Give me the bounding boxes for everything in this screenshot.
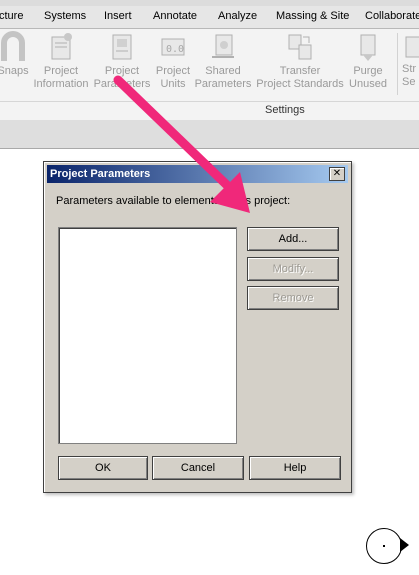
add-button-label: Add... [278,233,308,245]
snaps-button[interactable]: Snaps [0,31,30,78]
project-parameters-dialog: Project Parameters ✕ Parameters availabl… [43,161,352,493]
shared-parameters-button[interactable]: Shared Parameters [194,31,252,91]
navigation-wheel[interactable] [366,528,402,564]
modify-button-label: Modify... [272,263,314,275]
tab-massing-site[interactable]: Massing & Site [276,10,349,22]
parameters-list-label: Parameters available to elements in this… [56,195,291,207]
project-parameters-label-2: Parameters [93,78,151,90]
dialog-title: Project Parameters [50,168,151,180]
tab-collaborate[interactable]: Collaborate [365,10,419,22]
project-information-label-1: Project [43,65,79,77]
tab-annotate[interactable]: Annotate [153,10,197,22]
project-parameters-label-1: Project [104,65,140,77]
project-units-icon: 0.0 [161,38,185,56]
parameters-listbox[interactable] [58,227,237,444]
project-information-button[interactable]: Project Information [30,31,92,91]
purge-unused-button[interactable]: Purge Unused [346,31,390,91]
transfer-label-2: Project Standards [256,78,344,90]
structural-settings-label-1: Str [402,63,417,75]
help-button[interactable]: Help [249,456,341,480]
project-units-label-1: Project [155,65,191,77]
close-button[interactable]: ✕ [329,167,345,181]
close-icon: ✕ [332,168,342,179]
add-button[interactable]: Add... [247,227,339,251]
remove-button-label: Remove [272,292,314,304]
navigation-arrow-icon[interactable] [400,538,409,552]
help-button-label: Help [283,462,307,474]
tab-structure[interactable]: cture [0,10,23,22]
tab-insert[interactable]: Insert [104,10,132,22]
panel-divider [0,101,419,102]
ribbon-manage-panel: Snaps Project Information Project Parame… [0,29,419,121]
purge-label-1: Purge [353,65,383,77]
purge-unused-icon [360,34,376,61]
structural-settings-button[interactable]: Str Se [402,31,419,89]
shared-parameters-label-2: Parameters [194,78,252,90]
transfer-project-standards-button[interactable]: Transfer Project Standards [254,31,346,91]
tab-systems[interactable]: Systems [44,10,86,22]
shared-parameters-icon [212,34,234,58]
options-bar [0,120,419,149]
snaps-icon [0,31,25,61]
cancel-button[interactable]: Cancel [152,456,244,480]
project-units-label-2: Units [160,78,186,90]
project-parameters-icon [112,34,132,60]
snaps-label: Snaps [0,65,29,77]
project-parameters-button[interactable]: Project Parameters [93,31,151,91]
structural-settings-icon [405,36,419,58]
project-units-button[interactable]: 0.0 Project Units [152,31,194,91]
ribbon-tab-bar: cture Systems Insert Annotate Analyze Ma… [0,6,419,29]
structural-settings-label-2: Se [402,76,416,88]
shared-parameters-label-1: Shared [205,65,241,77]
purge-label-2: Unused [349,78,387,90]
ribbon-separator [397,33,398,95]
navigation-wheel-center [383,545,385,547]
modify-button[interactable]: Modify... [247,257,339,281]
project-information-label-2: Information [33,78,89,90]
remove-button[interactable]: Remove [247,286,339,310]
svg-text:0.0: 0.0 [166,44,184,55]
project-information-icon [51,33,72,60]
ok-button-label: OK [95,462,111,474]
dialog-title-bar[interactable]: Project Parameters ✕ [47,165,348,183]
transfer-standards-icon [288,34,312,60]
settings-panel-label: Settings [265,104,305,116]
tab-analyze[interactable]: Analyze [218,10,257,22]
ok-button[interactable]: OK [58,456,148,480]
cancel-button-label: Cancel [180,462,216,474]
transfer-label-1: Transfer [279,65,321,77]
